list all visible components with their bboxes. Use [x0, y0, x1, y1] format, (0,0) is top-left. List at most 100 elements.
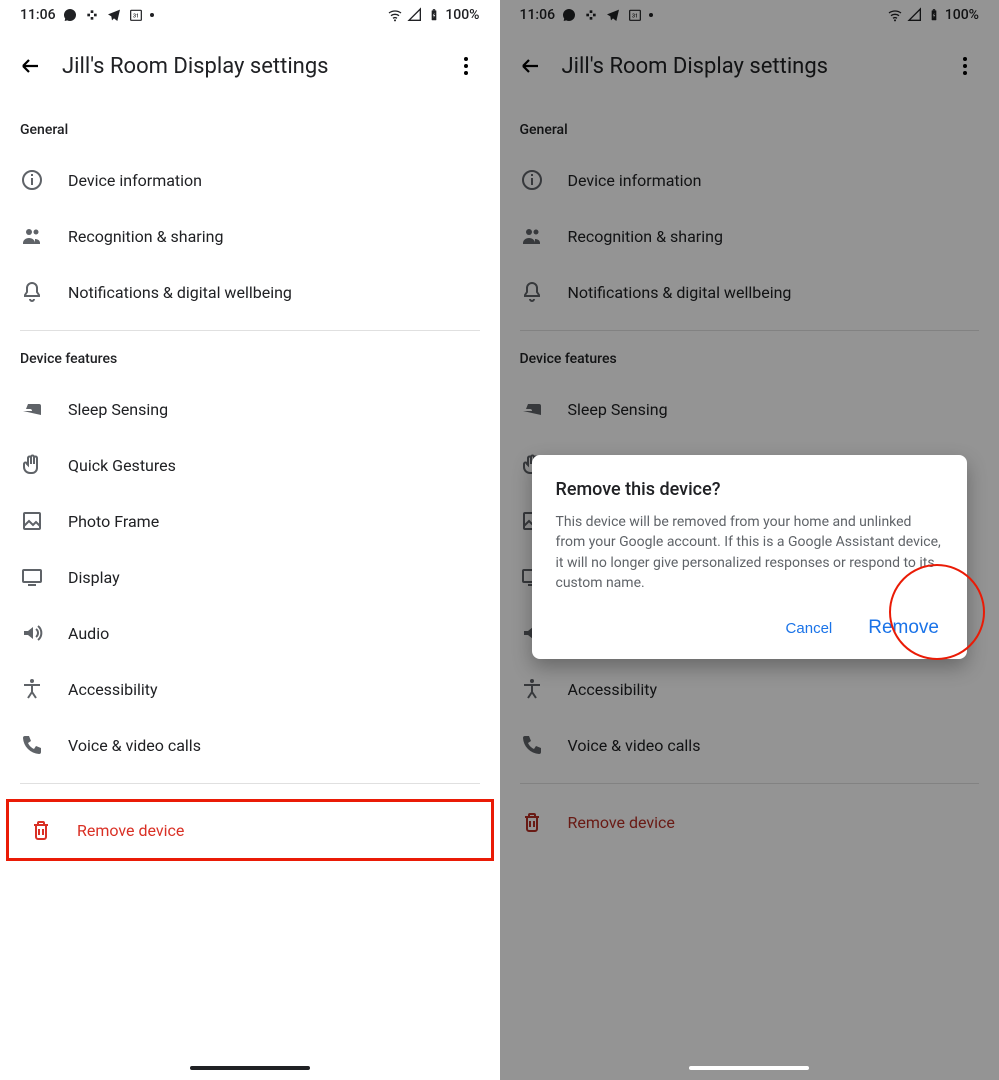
battery-percent: 100%: [945, 7, 979, 23]
wifi-icon: [887, 7, 903, 23]
divider: [20, 783, 480, 784]
accessibility-icon: [20, 677, 44, 701]
more-menu-button[interactable]: [450, 50, 482, 82]
nav-handle[interactable]: [190, 1066, 310, 1070]
phone-screenshot-left: 11:06 100% Jill's Room Display settings …: [0, 0, 500, 1080]
messenger-icon: [62, 7, 78, 23]
bed-icon: [520, 397, 544, 421]
row-recognition-sharing[interactable]: Recognition & sharing: [500, 208, 999, 264]
row-label: Voice & video calls: [568, 736, 701, 755]
bell-icon: [520, 280, 544, 304]
calendar-icon: [627, 7, 643, 23]
row-label: Audio: [68, 624, 109, 643]
nav-handle[interactable]: [689, 1066, 809, 1070]
row-device-information[interactable]: Device information: [500, 152, 999, 208]
status-bar: 11:06 100%: [0, 0, 500, 30]
messenger-icon: [561, 7, 577, 23]
wifi-icon: [387, 7, 403, 23]
row-label: Quick Gestures: [68, 456, 176, 475]
divider: [520, 330, 980, 331]
remove-device-dialog: Remove this device? This device will be …: [532, 455, 968, 659]
remove-button[interactable]: Remove: [864, 609, 943, 647]
more-notifications-dot: [150, 13, 154, 17]
image-icon: [20, 509, 44, 533]
row-label: Accessibility: [568, 680, 658, 699]
back-button[interactable]: [518, 54, 542, 78]
row-label: Device information: [568, 171, 702, 190]
battery-icon: [427, 7, 441, 23]
bed-icon: [20, 397, 44, 421]
hand-icon: [20, 453, 44, 477]
row-sleep-sensing[interactable]: Sleep Sensing: [500, 381, 999, 437]
row-label: Recognition & sharing: [68, 227, 223, 246]
section-header-features: Device features: [500, 341, 999, 381]
row-voice-video-calls[interactable]: Voice & video calls: [0, 717, 500, 773]
calendar-icon: [128, 7, 144, 23]
audio-icon: [20, 621, 44, 645]
phone-icon: [20, 733, 44, 757]
back-button[interactable]: [18, 54, 42, 78]
row-remove-device[interactable]: Remove device: [6, 799, 494, 861]
battery-percent: 100%: [445, 7, 479, 23]
display-icon: [20, 565, 44, 589]
divider: [20, 330, 480, 331]
row-sleep-sensing[interactable]: Sleep Sensing: [0, 381, 500, 437]
more-notifications-dot: [649, 13, 653, 17]
row-label: Photo Frame: [68, 512, 159, 531]
telegram-icon: [106, 7, 122, 23]
trash-icon: [520, 810, 544, 834]
dialog-title: Remove this device?: [556, 479, 944, 500]
row-accessibility[interactable]: Accessibility: [0, 661, 500, 717]
signal-icon: [907, 7, 923, 23]
telegram-icon: [605, 7, 621, 23]
page-title: Jill's Room Display settings: [562, 54, 950, 79]
row-photo-frame[interactable]: Photo Frame: [0, 493, 500, 549]
row-label: Display: [68, 568, 120, 587]
row-label: Recognition & sharing: [568, 227, 723, 246]
row-quick-gestures[interactable]: Quick Gestures: [0, 437, 500, 493]
row-label: Device information: [68, 171, 202, 190]
app-header: Jill's Room Display settings: [500, 30, 999, 112]
status-bar: 11:06 100%: [500, 0, 999, 30]
more-menu-button[interactable]: [949, 50, 981, 82]
phone-screenshot-right: 11:06 100% Jill's Room Display settings …: [500, 0, 999, 1080]
row-device-information[interactable]: Device information: [0, 152, 500, 208]
row-label: Voice & video calls: [68, 736, 201, 755]
accessibility-icon: [520, 677, 544, 701]
info-icon: [520, 168, 544, 192]
row-accessibility[interactable]: Accessibility: [500, 661, 999, 717]
page-title: Jill's Room Display settings: [62, 54, 450, 79]
slack-icon: [583, 7, 599, 23]
dialog-actions: Cancel Remove: [556, 609, 944, 647]
row-remove-device[interactable]: Remove device: [500, 794, 999, 850]
row-audio[interactable]: Audio: [0, 605, 500, 661]
app-header: Jill's Room Display settings: [0, 30, 500, 112]
row-voice-video-calls[interactable]: Voice & video calls: [500, 717, 999, 773]
row-label: Notifications & digital wellbeing: [568, 283, 792, 302]
trash-icon: [29, 818, 53, 842]
slack-icon: [84, 7, 100, 23]
row-label: Accessibility: [68, 680, 158, 699]
cancel-button[interactable]: Cancel: [782, 612, 837, 645]
people-icon: [20, 224, 44, 248]
row-recognition-sharing[interactable]: Recognition & sharing: [0, 208, 500, 264]
row-display[interactable]: Display: [0, 549, 500, 605]
row-label: Notifications & digital wellbeing: [68, 283, 292, 302]
battery-icon: [927, 7, 941, 23]
people-icon: [520, 224, 544, 248]
row-label: Remove device: [77, 821, 184, 840]
status-time: 11:06: [20, 7, 56, 23]
section-header-features: Device features: [0, 341, 500, 381]
row-label: Sleep Sensing: [68, 400, 168, 419]
info-icon: [20, 168, 44, 192]
section-header-general: General: [0, 112, 500, 152]
section-header-general: General: [500, 112, 999, 152]
phone-icon: [520, 733, 544, 757]
dialog-body: This device will be removed from your ho…: [556, 512, 944, 593]
row-label: Sleep Sensing: [568, 400, 668, 419]
row-notifications-wellbeing[interactable]: Notifications & digital wellbeing: [500, 264, 999, 320]
row-notifications-wellbeing[interactable]: Notifications & digital wellbeing: [0, 264, 500, 320]
row-label: Remove device: [568, 813, 675, 832]
status-time: 11:06: [520, 7, 556, 23]
divider: [520, 783, 980, 784]
